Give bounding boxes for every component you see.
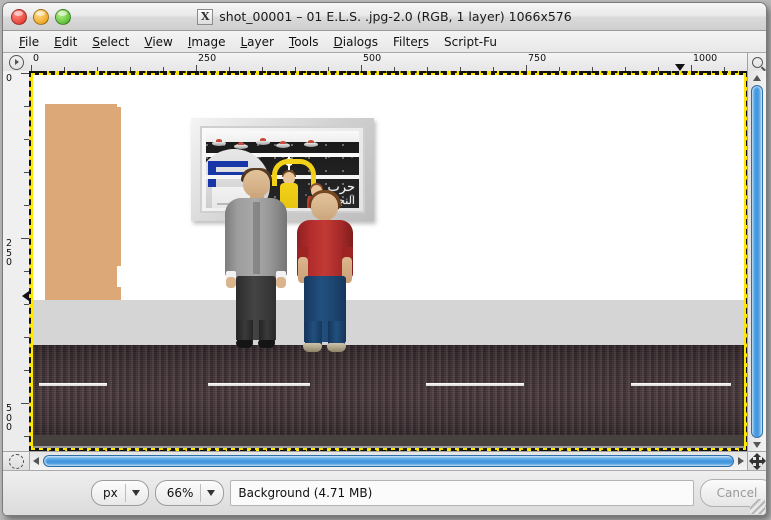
unit-combo-value: px — [103, 486, 118, 500]
ruler-position-marker — [22, 290, 29, 301]
zoom-combo[interactable]: 66% — [154, 480, 225, 506]
ruler-label: 500 — [6, 403, 13, 433]
image-canvas[interactable]: حرب النجوم — [29, 71, 748, 452]
resize-grip[interactable] — [750, 499, 765, 514]
statusbar: px 66% Background (4.71 MB) Cancel — [3, 470, 766, 515]
ruler-label: 750 — [528, 53, 547, 64]
menu-arrow-icon[interactable] — [3, 53, 30, 72]
canvas-content[interactable]: حرب النجوم — [33, 75, 744, 448]
scroll-down-button[interactable] — [748, 438, 766, 452]
vertical-ruler[interactable]: 0 250 500 — [3, 71, 30, 452]
ruler-label: 1000 — [693, 53, 718, 64]
unit-combo[interactable]: px — [91, 480, 149, 506]
ruler-label: 0 — [6, 73, 13, 84]
chevron-down-icon[interactable] — [201, 490, 221, 496]
road-dash — [426, 383, 524, 386]
scene-road — [33, 345, 744, 435]
title-group: X shot_00001 – 01 E.L.S. .jpg-2.0 (RGB, … — [3, 3, 766, 30]
app-icon: X — [197, 8, 214, 25]
menu-filters[interactable]: Filters — [386, 33, 437, 51]
ruler-label: 0 — [33, 53, 40, 64]
window-title: shot_00001 – 01 E.L.S. .jpg-2.0 (RGB, 1 … — [219, 9, 572, 24]
ruler-label: 500 — [363, 53, 382, 64]
titlebar: X shot_00001 – 01 E.L.S. .jpg-2.0 (RGB, … — [3, 3, 766, 31]
menu-layer[interactable]: Layer — [233, 33, 281, 51]
ruler-label: 250 — [6, 238, 13, 268]
ruler-tick — [21, 73, 29, 74]
arrow-right-icon — [738, 457, 744, 465]
menu-view[interactable]: View — [137, 33, 180, 51]
scene-foreground — [33, 446, 744, 448]
road-dash — [208, 383, 310, 386]
arrow-up-icon — [753, 75, 761, 81]
scroll-left-button[interactable] — [29, 452, 43, 470]
scene-figure-gray-suit — [225, 168, 287, 352]
scene-curb — [33, 435, 744, 446]
zoom-combo-value: 66% — [166, 486, 194, 500]
scroll-up-button[interactable] — [748, 71, 766, 85]
menu-image[interactable]: Image — [181, 33, 234, 51]
scene-sidewalk — [33, 300, 744, 345]
magnifier-icon[interactable] — [747, 53, 766, 72]
close-button[interactable] — [11, 9, 27, 25]
quickmask-icon[interactable] — [3, 451, 30, 470]
ruler-label: 250 — [198, 53, 217, 64]
horizontal-scrollbar-thumb[interactable] — [43, 455, 734, 467]
road-dash — [39, 383, 107, 386]
scroll-right-button[interactable] — [734, 452, 748, 470]
menu-script-fu[interactable]: Script-Fu — [437, 33, 505, 51]
gimp-image-window: X shot_00001 – 01 E.L.S. .jpg-2.0 (RGB, … — [2, 2, 767, 516]
ruler-tick — [21, 238, 29, 239]
arrow-down-icon — [753, 442, 761, 448]
vertical-scrollbar-thumb[interactable] — [751, 85, 763, 438]
vertical-scrollbar[interactable] — [747, 71, 766, 452]
status-message: Background (4.71 MB) — [230, 480, 694, 506]
canvas-selection-border: حرب النجوم — [29, 71, 748, 452]
menu-tools[interactable]: Tools — [282, 33, 327, 51]
chevron-down-icon[interactable] — [126, 490, 146, 496]
ruler-tick — [21, 403, 29, 404]
menu-select[interactable]: Select — [85, 33, 137, 51]
menu-edit[interactable]: Edit — [47, 33, 85, 51]
menubar: File Edit Select View Image Layer Tools … — [3, 31, 766, 53]
canvas-area: 0 250 500 750 1000 0 250 500 حرب — [3, 53, 766, 470]
maximize-button[interactable] — [55, 9, 71, 25]
ruler-position-marker — [674, 64, 685, 71]
horizontal-scrollbar[interactable] — [29, 451, 748, 470]
window-controls — [11, 9, 71, 25]
minimize-button[interactable] — [33, 9, 49, 25]
move-navigate-icon[interactable] — [747, 451, 766, 470]
menu-file[interactable]: File — [12, 33, 47, 51]
horizontal-ruler[interactable]: 0 250 500 750 1000 — [29, 53, 748, 72]
scene-sky — [33, 75, 744, 326]
scene-wall-column — [45, 104, 121, 300]
menu-dialogs[interactable]: Dialogs — [327, 33, 386, 51]
road-dash — [631, 383, 731, 386]
scene-figure-red-shirt — [297, 190, 353, 355]
arrow-left-icon — [33, 457, 39, 465]
